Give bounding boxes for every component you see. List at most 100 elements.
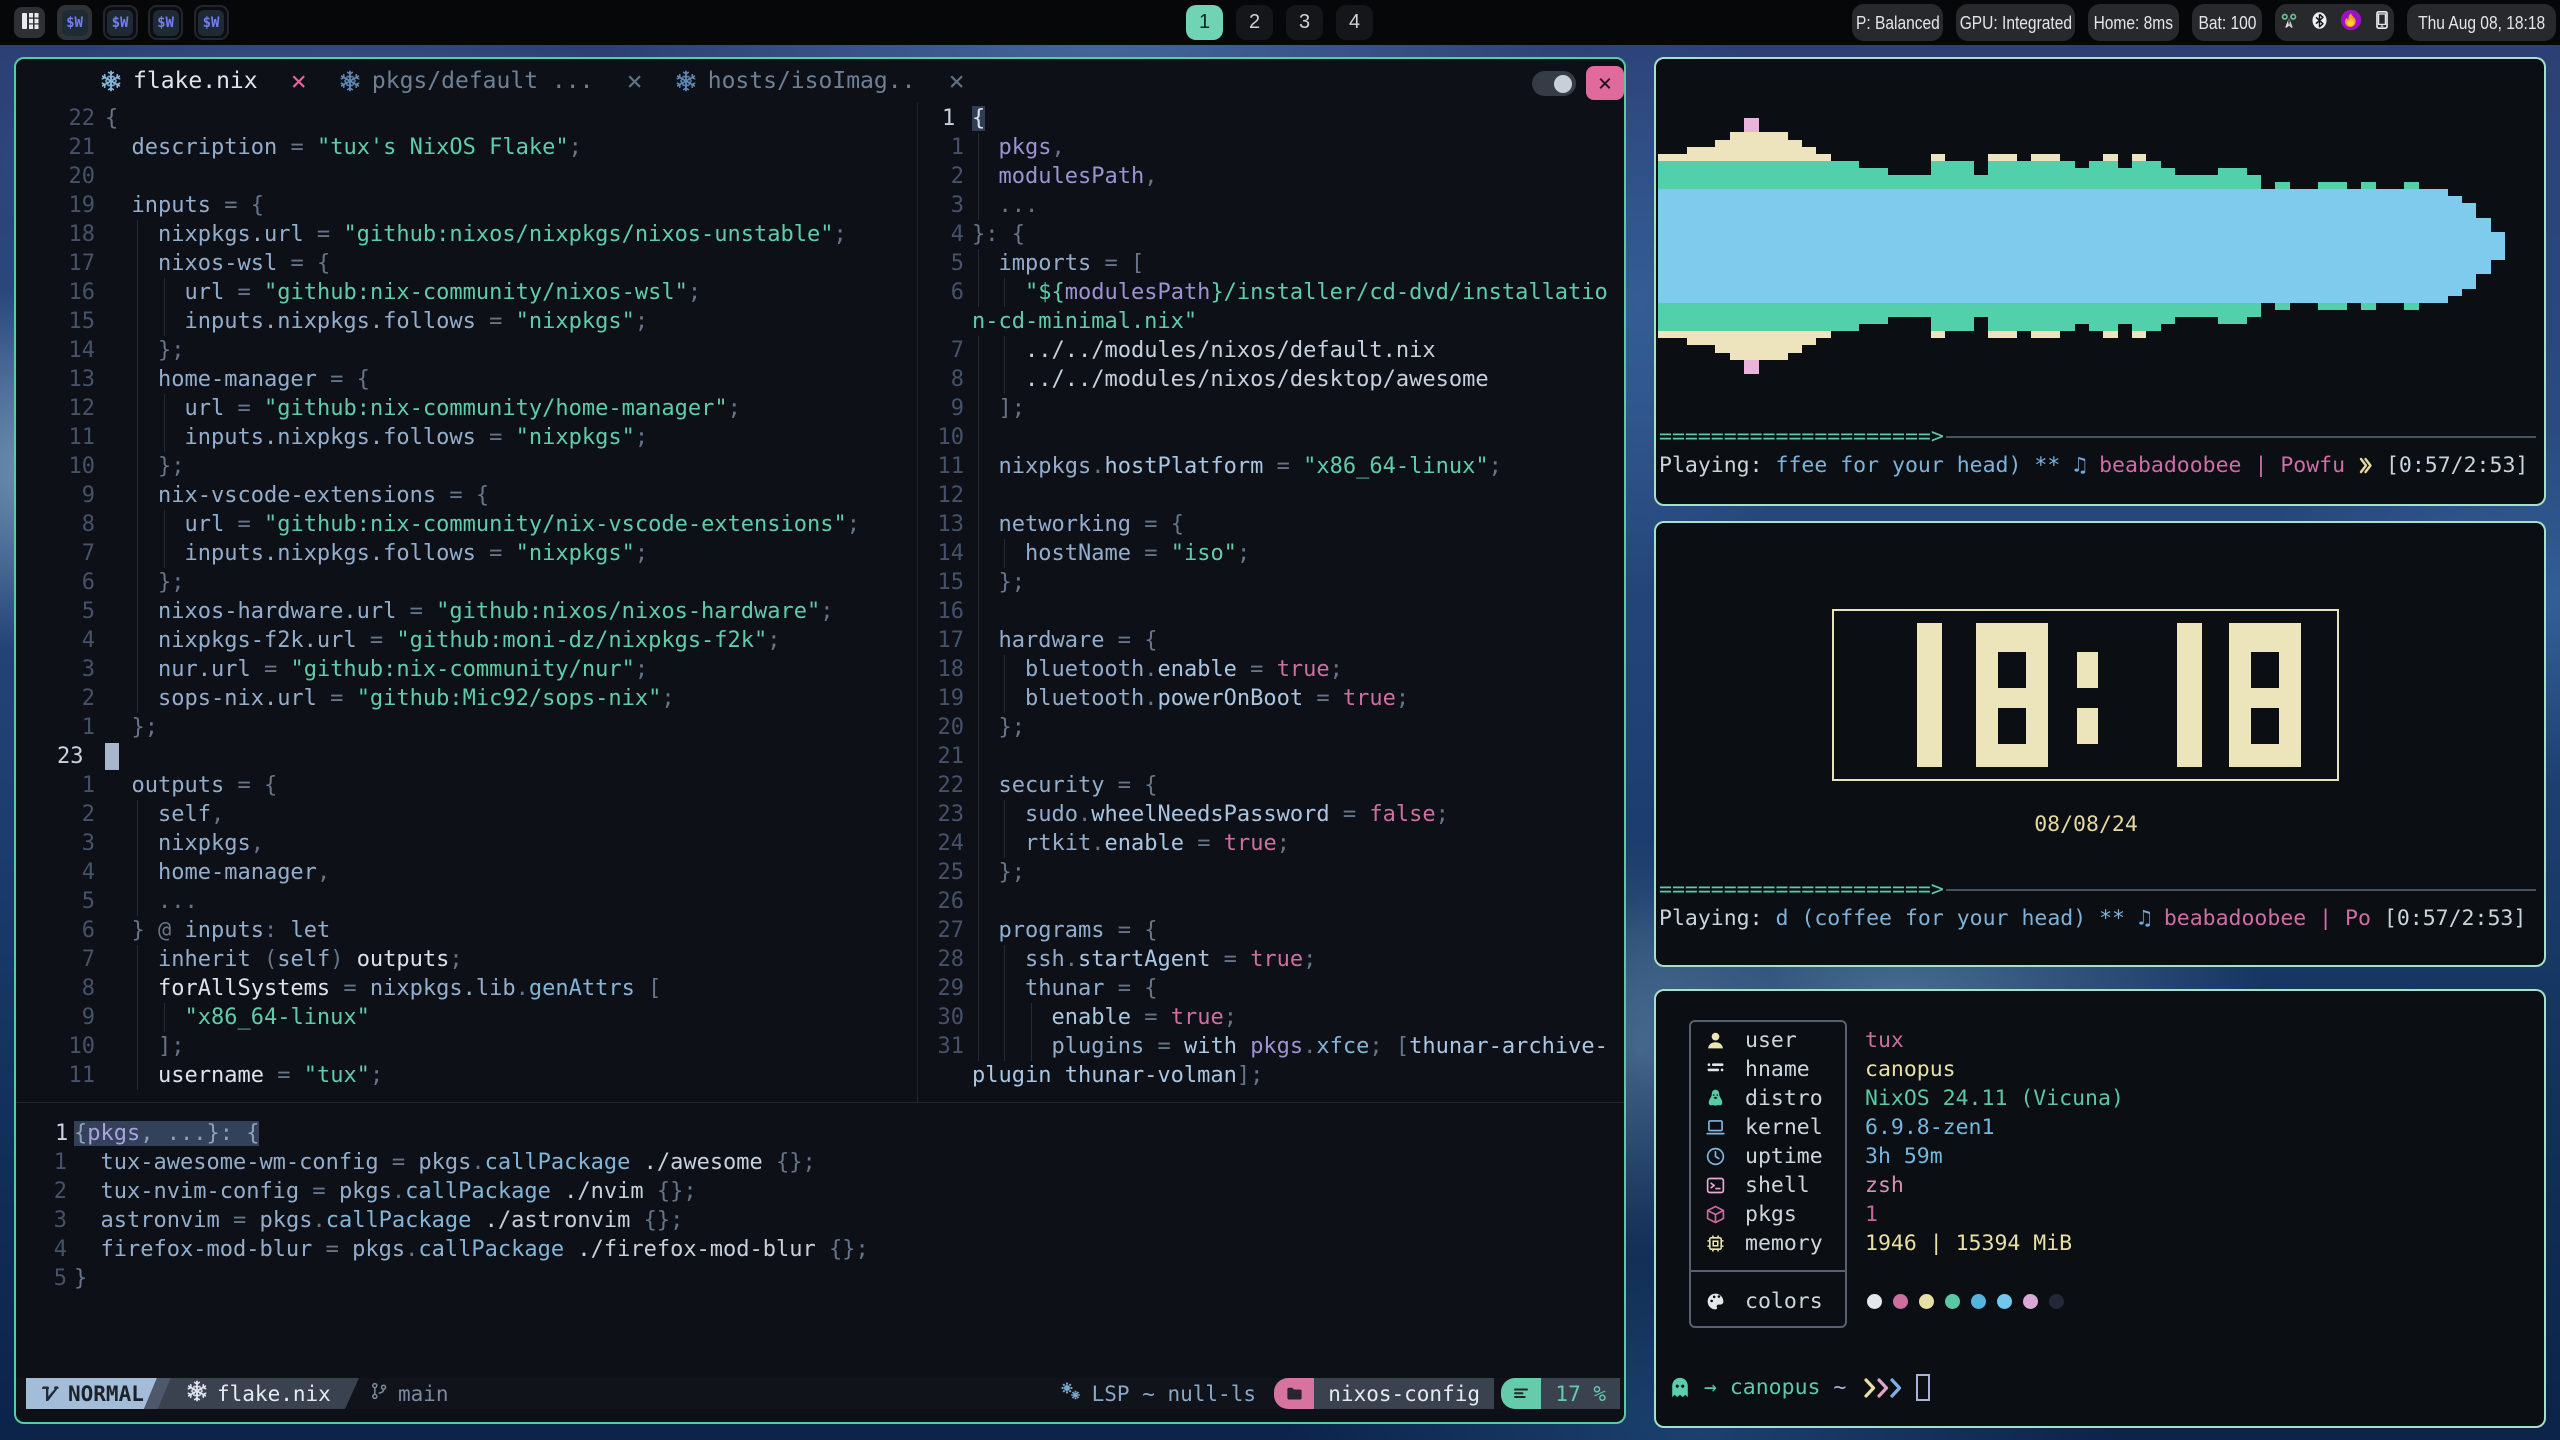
code-line: plugins = with pkgs.xfce; [thunar-archiv… <box>972 1032 1608 1061</box>
line-number: 3 <box>41 655 95 684</box>
power-profile-pill[interactable]: P: Balanced <box>1852 4 1943 41</box>
tab-close-icon[interactable]: × <box>291 66 307 97</box>
code-token: true <box>1277 657 1330 682</box>
bluetooth-icon[interactable] <box>2309 10 2330 36</box>
shell-icon <box>1703 1175 1727 1196</box>
tag-3[interactable]: 3 <box>1286 5 1323 40</box>
code-token: . <box>516 976 529 1001</box>
code-token: {}; <box>829 1237 869 1262</box>
code-token: ../../modules/nixos/desktop/awesome <box>1025 367 1489 392</box>
clock-pill[interactable]: Thu Aug 08, 18:18 <box>2407 4 2556 41</box>
shell-prompt[interactable]: → canopus ~ <box>1669 1373 1930 1402</box>
line-number: 7 <box>41 945 95 974</box>
flame-icon[interactable] <box>2339 8 2363 37</box>
code-token: } @ <box>105 918 184 943</box>
tab-close-icon[interactable]: × <box>626 66 642 97</box>
code-token <box>972 628 999 653</box>
code-token: , <box>211 802 224 827</box>
waveform-column <box>1945 189 1960 303</box>
code-token: ; <box>1277 831 1290 856</box>
tag-1[interactable]: 1 <box>1186 5 1223 40</box>
code-token: sops-nix.url <box>158 686 317 711</box>
code-token: ./awesome <box>630 1150 776 1175</box>
statusline-mode-segment: NORMAL <box>26 1378 157 1409</box>
phone-icon[interactable] <box>2372 10 2392 35</box>
taskbar-window-2[interactable]: $W <box>103 5 138 40</box>
code-token: inputs.nixpkgs.follows <box>184 309 475 334</box>
code-token: = <box>299 1179 339 1204</box>
editor-tab-flake.nix[interactable]: flake.nix× <box>84 59 323 103</box>
code-token: nixos-hardware.url <box>158 599 396 624</box>
code-token: ; <box>834 222 847 247</box>
code-line: }; <box>105 713 158 742</box>
code-token <box>105 802 158 827</box>
branch-name: main <box>398 1382 449 1406</box>
tabline-toggle[interactable] <box>1532 71 1576 96</box>
code-token: inputs.nixpkgs.follows <box>184 541 475 566</box>
waveform-column <box>1873 189 1888 303</box>
pane-horizontal-separator[interactable] <box>16 1102 1624 1103</box>
power-profile-label: P: Balanced <box>1856 12 1940 34</box>
line-number: 3 <box>41 829 95 858</box>
playing-text: Playing: <box>1659 904 1776 933</box>
code-token: self <box>277 947 330 972</box>
line-number: 1 <box>942 104 972 133</box>
code-token: ; <box>449 947 462 972</box>
code-token: = <box>1144 1034 1184 1059</box>
code-token: enable <box>1104 831 1183 856</box>
editor-tab-hosts-isoImag..[interactable]: hosts/isoImag..× <box>659 59 981 103</box>
tabline-close-button[interactable]: × <box>1586 66 1624 100</box>
code-token: }; <box>972 570 1025 595</box>
nix-snowflake-icon <box>186 1380 208 1407</box>
tag-2[interactable]: 2 <box>1236 5 1273 40</box>
code-token: ; <box>370 1063 383 1088</box>
code-token: networking <box>999 512 1131 537</box>
line-number: 23 <box>57 742 105 771</box>
waveform-column <box>2304 189 2319 303</box>
code-token <box>972 657 1025 682</box>
playing-text: beabadoobee | Po <box>2164 904 2384 933</box>
code-line: enable = true; <box>972 1003 1237 1032</box>
line-number: 6 <box>41 916 95 945</box>
line-number: 3 <box>29 1206 67 1235</box>
code-line: nur.url = "github:nix-community/nur"; <box>105 655 648 684</box>
editor-tab-pkgs-default-...[interactable]: pkgs/default ... × <box>323 59 659 103</box>
launcher-button[interactable] <box>14 7 45 38</box>
code-token: . <box>1078 802 1091 827</box>
statusline-position-pill: 17 % <box>1501 1378 1620 1409</box>
code-line: bluetooth.enable = true; <box>972 655 1343 684</box>
tab-filename: pkgs/default ... <box>372 68 594 94</box>
tab-close-icon[interactable]: × <box>948 66 964 97</box>
code-token: = <box>224 280 264 305</box>
taskbar-window-3[interactable]: $W <box>148 5 183 40</box>
editor-area[interactable]: 22{21 description = "tux's NixOS Flake";… <box>16 103 1624 1377</box>
line-number: 9 <box>41 481 95 510</box>
waveform-column <box>2132 189 2147 303</box>
tag-4[interactable]: 4 <box>1336 5 1373 40</box>
line-number: 7 <box>920 336 964 365</box>
code-line: tux-nvim-config = pkgs.callPackage ./nvi… <box>74 1177 697 1206</box>
code-token <box>105 976 158 1001</box>
sync-icon[interactable] <box>2278 9 2300 36</box>
pane-vertical-separator[interactable] <box>917 103 918 1102</box>
line-number: 10 <box>41 452 95 481</box>
code-token <box>972 251 999 276</box>
taskbar-window-4[interactable]: $W <box>194 5 229 40</box>
fetch-value-kernel: 6.9.8-zen1 <box>1865 1113 1994 1142</box>
code-token: = <box>1131 541 1171 566</box>
gpu-pill[interactable]: GPU: Integrated <box>1956 4 2075 41</box>
waveform-column <box>2175 189 2190 303</box>
waveform-column <box>2060 189 2075 303</box>
battery-pill[interactable]: Bat: 100 <box>2192 4 2262 41</box>
code-token: nixos-wsl <box>158 251 277 276</box>
line-number: 18 <box>920 655 964 684</box>
line-number: 5 <box>29 1264 67 1293</box>
code-token: hardware <box>999 628 1105 653</box>
gpu-label: GPU: Integrated <box>1959 12 2071 34</box>
code-token: n-cd-minimal.nix" <box>972 309 1197 334</box>
waveform-column <box>1687 189 1702 303</box>
clock-digit-segment <box>1917 623 1942 767</box>
code-token: nixpkgs-f2k.url <box>158 628 357 653</box>
taskbar-window-1[interactable]: $W <box>57 5 92 40</box>
ping-pill[interactable]: Home: 8ms <box>2088 4 2179 41</box>
